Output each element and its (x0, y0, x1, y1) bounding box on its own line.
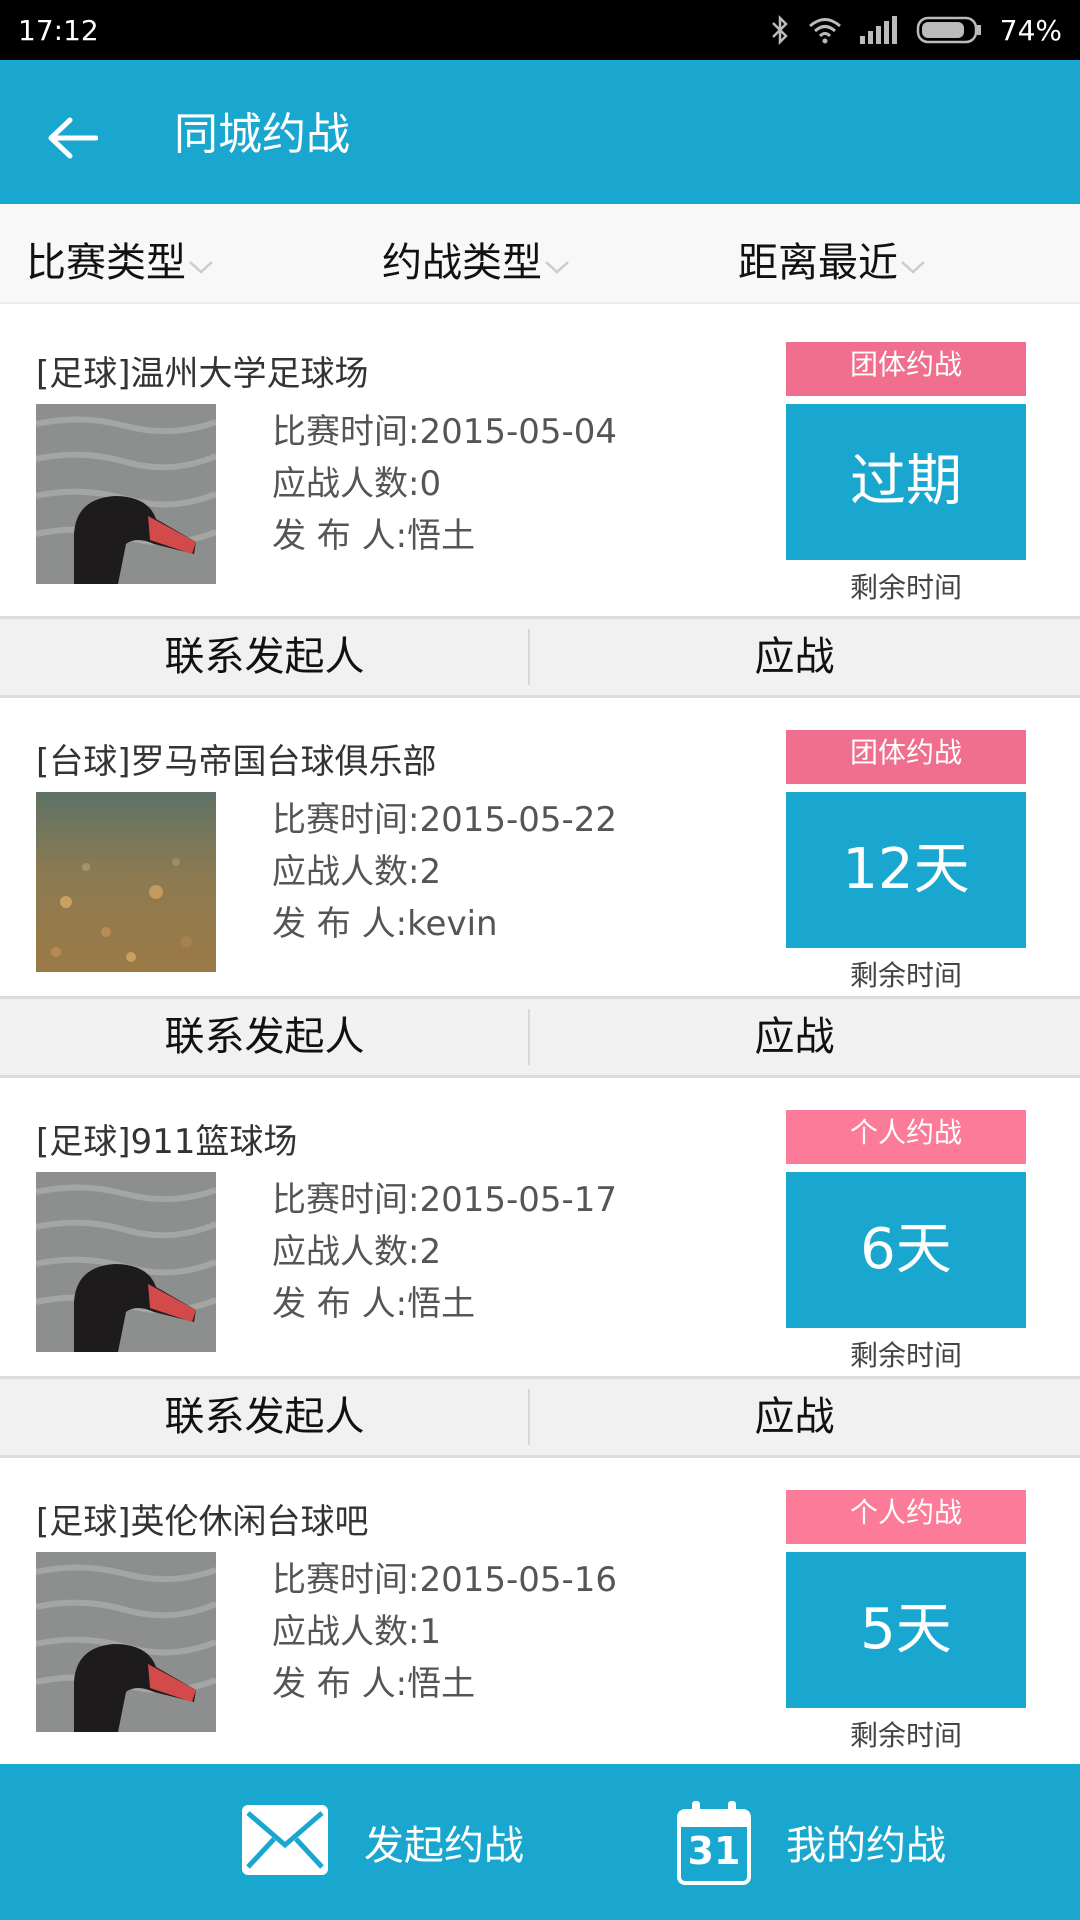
battery-icon (916, 15, 982, 45)
card-actions: 联系发起人 应战 (0, 1376, 1080, 1458)
battle-card[interactable]: [足球]英伦休闲台球吧 比赛时间:2015-05-16 应战人数:1 发 布 人… (0, 1458, 1080, 1764)
filter-label: 比赛类型 (26, 240, 186, 286)
battery-percent: 74% (999, 13, 1062, 47)
signal-icon (859, 16, 898, 44)
filter-match-type[interactable]: 比赛类型 (26, 230, 214, 288)
chevron-down-icon (900, 239, 926, 285)
filter-bar: 比赛类型 约战类型 距离最近 (0, 204, 1080, 304)
match-time: 比赛时间:2015-05-16 (272, 1560, 618, 1600)
match-time: 比赛时间:2015-05-17 (272, 1180, 618, 1220)
contact-organizer-button[interactable]: 联系发起人 (0, 999, 529, 1075)
battle-card[interactable]: [台球]罗马帝国台球俱乐部 比赛时间:2015-05-22 应战人数:2 发 布… (0, 698, 1080, 1004)
venue-name: [足球]英伦休闲台球吧 (36, 1502, 369, 1542)
publisher: 发 布 人:悟土 (272, 1664, 476, 1704)
calendar-day: 31 (687, 1829, 741, 1873)
countdown-box: 过期 (786, 404, 1026, 560)
battle-card[interactable]: [足球]911篮球场 比赛时间:2015-05-17 应战人数:2 发 布 人:… (0, 1078, 1080, 1384)
back-arrow-icon[interactable] (36, 102, 108, 174)
chevron-down-icon (544, 239, 570, 285)
contact-organizer-button[interactable]: 联系发起人 (0, 1379, 529, 1455)
remaining-time-label: 剩余时间 (849, 1719, 962, 1752)
battle-type-badge: 个人约战 (786, 1110, 1026, 1164)
filter-distance[interactable]: 距离最近 (738, 230, 926, 288)
match-time: 比赛时间:2015-05-22 (272, 800, 618, 840)
match-time: 比赛时间:2015-05-04 (272, 412, 618, 452)
my-battles-label: 我的约战 (786, 1823, 946, 1869)
app-bar: 同城约战 (0, 60, 1080, 204)
contact-organizer-button[interactable]: 联系发起人 (0, 619, 529, 695)
publisher: 发 布 人:悟土 (272, 1284, 476, 1324)
accept-challenge-button[interactable]: 应战 (530, 999, 1059, 1075)
filter-battle-type[interactable]: 约战类型 (382, 230, 570, 288)
battle-type-badge: 团体约战 (786, 730, 1026, 784)
participant-count: 应战人数:0 (272, 464, 442, 504)
envelope-icon (240, 1803, 330, 1881)
launch-battle-label: 发起约战 (364, 1823, 524, 1869)
battle-type-badge: 个人约战 (786, 1490, 1026, 1544)
bottom-bar: 发起约战 31 我的约战 (0, 1764, 1080, 1920)
venue-thumbnail (36, 404, 216, 584)
accept-challenge-button[interactable]: 应战 (530, 1379, 1059, 1455)
countdown-box: 6天 (786, 1172, 1026, 1328)
filter-label: 约战类型 (382, 240, 542, 286)
card-actions: 联系发起人 应战 (0, 996, 1080, 1078)
calendar-icon: 31 (676, 1799, 752, 1885)
venue-name: [台球]罗马帝国台球俱乐部 (36, 742, 437, 782)
venue-name: [足球]温州大学足球场 (36, 354, 369, 394)
card-actions: 联系发起人 应战 (0, 616, 1080, 698)
countdown-box: 5天 (786, 1552, 1026, 1708)
page-title: 同城约战 (174, 109, 350, 160)
bluetooth-icon (770, 15, 790, 45)
accept-challenge-button[interactable]: 应战 (530, 619, 1059, 695)
launch-battle-button[interactable]: 发起约战 (240, 1764, 524, 1920)
status-bar: 17:12 74% (0, 0, 1080, 60)
publisher: 发 布 人:kevin (272, 904, 498, 944)
venue-thumbnail (36, 1552, 216, 1732)
participant-count: 应战人数:2 (272, 852, 442, 892)
participant-count: 应战人数:1 (272, 1612, 442, 1652)
wifi-icon (808, 16, 842, 44)
screen: 17:12 74% 同城约战 比赛类型 约战类型 距离最近 [足球]温州大学足球… (0, 0, 1080, 1920)
chevron-down-icon (188, 239, 214, 285)
countdown-box: 12天 (786, 792, 1026, 948)
publisher: 发 布 人:悟土 (272, 516, 476, 556)
filter-label: 距离最近 (738, 240, 898, 286)
participant-count: 应战人数:2 (272, 1232, 442, 1272)
remaining-time-label: 剩余时间 (849, 571, 962, 604)
venue-thumbnail (36, 792, 216, 972)
status-time: 17:12 (18, 13, 99, 47)
my-battles-button[interactable]: 31 我的约战 (676, 1764, 946, 1920)
battle-card[interactable]: [足球]温州大学足球场 比赛时间:2015-05-04 应战人数:0 发 布 人… (0, 310, 1080, 616)
remaining-time-label: 剩余时间 (849, 1339, 962, 1372)
venue-name: [足球]911篮球场 (36, 1122, 298, 1162)
venue-thumbnail (36, 1172, 216, 1352)
battle-type-badge: 团体约战 (786, 342, 1026, 396)
remaining-time-label: 剩余时间 (849, 959, 962, 992)
